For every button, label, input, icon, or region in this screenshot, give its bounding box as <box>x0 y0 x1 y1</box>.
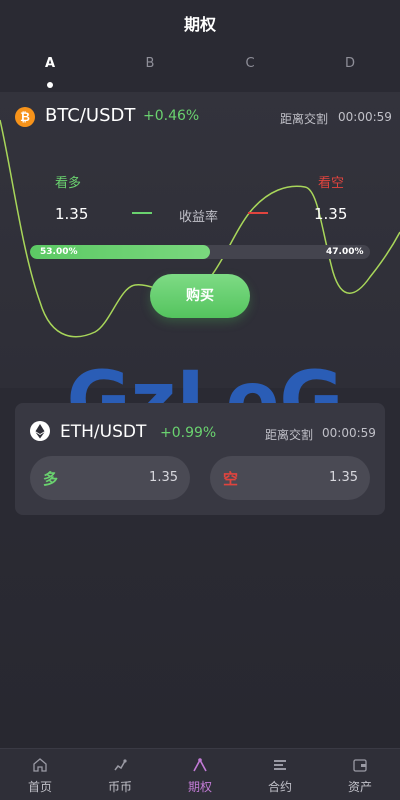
page-title: 期权 <box>183 15 216 34</box>
eth-short-button[interactable]: 空 1.35 <box>210 456 370 500</box>
short-dash <box>248 212 268 214</box>
eth-long-label: 多 <box>43 470 59 488</box>
ethereum-icon <box>30 421 50 441</box>
btc-pair-row: ₿ BTC/USDT +0.46% 距离交割 00:00:59 <box>0 104 400 130</box>
btc-countdown: 00:00:59 <box>338 110 392 124</box>
eth-pair-name: ETH/USDT <box>60 422 147 442</box>
exchange-icon <box>114 759 127 771</box>
options-icon <box>193 758 207 772</box>
nav-assets[interactable]: 资产 <box>320 749 400 800</box>
long-odds: 1.35 <box>55 205 89 223</box>
long-ratio-text: 53.00% <box>40 247 78 257</box>
eth-short-odds: 1.35 <box>329 470 358 485</box>
wallet-icon <box>353 759 367 772</box>
nav-contract-label: 合约 <box>267 780 292 794</box>
tab-a[interactable]: A <box>30 56 70 71</box>
active-tab-indicator <box>47 82 53 88</box>
nav-exchange-label: 币币 <box>107 780 132 794</box>
yield-label: 收益率 <box>179 210 219 225</box>
bitcoin-icon: ₿ <box>15 107 35 127</box>
contract-icon <box>274 760 286 770</box>
long-label[interactable]: 看多 <box>55 172 81 191</box>
tab-c[interactable]: C <box>230 56 270 71</box>
nav-options[interactable]: 期权 <box>160 749 240 800</box>
btc-price-change: +0.46% <box>143 108 200 124</box>
long-short-ratio-bar <box>30 245 370 259</box>
short-label[interactable]: 看空 <box>318 172 344 191</box>
eth-short-label: 空 <box>223 470 239 488</box>
short-odds: 1.35 <box>314 205 348 223</box>
eth-countdown: 00:00:59 <box>322 426 376 440</box>
nav-exchange[interactable]: 币币 <box>80 749 160 800</box>
nav-assets-label: 资产 <box>347 780 372 794</box>
nav-home-label: 首页 <box>27 780 52 794</box>
nav-options-label: 期权 <box>187 780 212 794</box>
nav-home[interactable]: 首页 <box>0 749 80 800</box>
btc-pair-name: BTC/USDT <box>45 105 136 126</box>
eth-long-odds: 1.35 <box>149 470 178 485</box>
period-tabs: A B C D <box>0 56 400 92</box>
home-icon <box>33 758 47 772</box>
eth-price-change: +0.99% <box>160 425 217 441</box>
short-ratio-text: 47.00% <box>326 247 364 257</box>
tab-d[interactable]: D <box>330 56 370 71</box>
eth-countdown-label: 距离交割 <box>265 428 314 442</box>
btc-countdown-label: 距离交割 <box>280 112 329 126</box>
btc-option-panel <box>0 92 400 388</box>
tab-b[interactable]: B <box>130 56 170 71</box>
eth-long-button[interactable]: 多 1.35 <box>30 456 190 500</box>
empty-area <box>0 515 400 748</box>
bottom-navigation: 首页 币币 期权 合约 资产 <box>0 748 400 800</box>
nav-contract[interactable]: 合约 <box>240 749 320 800</box>
buy-button[interactable]: 购买 <box>150 274 250 318</box>
long-dash <box>132 212 152 214</box>
